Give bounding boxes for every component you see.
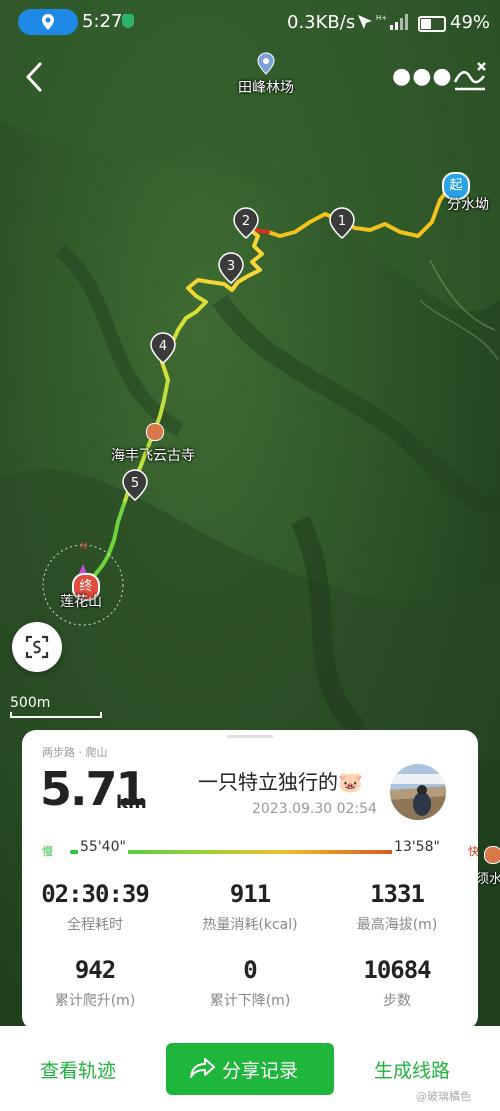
stat-value: 911	[229, 880, 271, 908]
stat-calories: 911 热量消耗(kcal)	[175, 880, 325, 934]
share-record-label: 分享记录	[222, 1060, 299, 1082]
share-record-button[interactable]: 分享记录	[166, 1043, 334, 1095]
activity-summary-card: 两步路 · 爬山 5.71 km 一只特立独行的🐷 2023.09.30 02:…	[20, 730, 479, 1030]
svg-text:H+: H+	[376, 14, 387, 22]
share-arrow-icon	[190, 1058, 215, 1078]
back-arrow-icon[interactable]	[18, 60, 52, 94]
distance-unit: km	[116, 792, 147, 813]
place-label-tianfeng[interactable]: 田峰林场	[238, 77, 294, 97]
pace-slowest: 55'40"	[78, 839, 128, 855]
fit-track-button[interactable]	[12, 622, 62, 672]
scale-bar	[10, 712, 102, 718]
temple-poi-icon[interactable]	[146, 423, 164, 441]
stat-label: 步数	[383, 993, 411, 1009]
stat-label: 热量消耗(kcal)	[202, 917, 298, 933]
stat-value: 10684	[363, 956, 431, 984]
location-arrow-icon	[358, 15, 372, 29]
stat-label: 累计爬升(m)	[54, 993, 136, 1009]
place-label-lianhuashan[interactable]: 莲花山	[60, 591, 102, 611]
signal-icon: H+	[358, 14, 408, 30]
generate-route-button[interactable]: 生成线路	[374, 1056, 450, 1083]
signal-icons: H+	[356, 12, 412, 36]
stat-label: 累计下降(m)	[209, 993, 291, 1009]
poi-pin-icon[interactable]	[256, 52, 276, 76]
stat-label: 全程耗时	[67, 917, 123, 933]
scan-frame-icon	[25, 635, 49, 659]
stat-max-altitude: 1331 最高海拔(m)	[322, 880, 472, 934]
stat-descent: 0 累计下降(m)	[175, 956, 325, 1010]
network-speed: 0.3KB/s	[287, 12, 356, 33]
stat-label: 最高海拔(m)	[356, 917, 438, 933]
sport-type: 两步路 · 爬山	[42, 746, 108, 759]
status-bar: 5:27 0.3KB/s H+ 49%	[0, 8, 500, 36]
stat-duration: 02:30:39 全程耗时	[20, 880, 170, 934]
avatar-image	[390, 764, 446, 820]
pace-slow-label: 慢	[42, 845, 53, 858]
pace-range: 慢 55'40" 13'58" 快	[40, 838, 479, 862]
battery-percent: 49%	[450, 12, 491, 33]
avatar[interactable]	[390, 764, 446, 820]
elevation-chart-icon[interactable]	[452, 60, 488, 94]
stat-value: 1331	[370, 880, 425, 908]
stat-value: 02:30:39	[41, 880, 150, 908]
scale-label: 500m	[10, 695, 51, 711]
drag-handle[interactable]	[227, 735, 273, 738]
poi-edge-icon[interactable]	[484, 846, 500, 864]
place-label-temple[interactable]: 海丰飞云古寺	[111, 445, 195, 465]
status-time: 5:27	[82, 11, 123, 32]
activity-datetime: 2023.09.30 02:54	[252, 801, 377, 817]
location-pin-icon	[42, 14, 54, 30]
place-label-fenshuiao[interactable]: 分水坳	[447, 194, 489, 214]
view-track-button[interactable]: 查看轨迹	[40, 1056, 116, 1083]
pace-fast-label: 快	[468, 845, 479, 858]
stat-value: 942	[74, 956, 116, 984]
stat-ascent: 942 累计爬升(m)	[20, 956, 170, 1010]
username[interactable]: 一只特立独行的🐷	[198, 766, 363, 795]
security-shield-icon	[122, 14, 134, 28]
pace-fastest: 13'58"	[392, 839, 442, 855]
more-options-icon[interactable]: ●●●	[392, 64, 453, 89]
place-label-edge[interactable]: 须水	[476, 868, 500, 887]
bottom-action-bar: 查看轨迹 分享记录 生成线路 @玻璃橘色	[0, 1026, 500, 1111]
stat-steps: 10684 步数	[322, 956, 472, 1010]
stat-value: 0	[243, 956, 257, 984]
battery-icon	[418, 16, 446, 32]
watermark: @玻璃橘色	[416, 1090, 471, 1103]
location-pill[interactable]	[18, 9, 78, 35]
